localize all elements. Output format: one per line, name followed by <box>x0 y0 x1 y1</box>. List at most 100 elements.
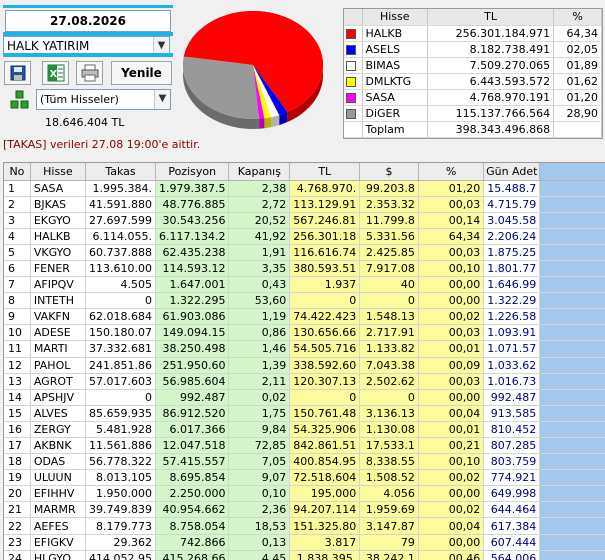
row-kapanis: 0,10 <box>228 485 291 503</box>
column-header[interactable]: No <box>4 163 31 181</box>
table-row[interactable]: 12 PAHOL 241.851.86 251.950.60 1,39 338.592.6… <box>4 357 605 374</box>
row-pozisyon: 8.695.854 <box>155 469 230 487</box>
table-row[interactable]: 19 ULUUN 8.013.105 8.695.854 9,07 72.518.604 1… <box>4 469 605 487</box>
column-header[interactable]: Hisse <box>30 163 86 181</box>
date-display[interactable]: 27.08.2026 <box>5 10 171 32</box>
grid-filler <box>539 196 605 213</box>
chevron-down-icon[interactable]: ▼ <box>154 90 170 109</box>
table-row[interactable]: 9 VAKFN 62.018.684 61.903.086 1,19 74.422.423… <box>4 308 605 326</box>
row-pct: 00,03 <box>418 324 485 342</box>
row-symbol: AGROT <box>30 373 86 390</box>
table-row[interactable]: 3 EKGYO 27.697.599 30.543.256 20,52 567.246.8… <box>4 212 605 229</box>
stock-filter-select[interactable]: (Tüm Hisseler) ▼ <box>36 89 171 110</box>
table-row[interactable]: 15 ALVES 85.659.935 86.912.520 1,75 150.761.4… <box>4 405 605 422</box>
table-row[interactable]: 23 EFIGKV 29.362 742.866 0,13 3.817 79 00,00 607… <box>4 534 605 551</box>
column-header[interactable]: Pozisyon <box>155 163 230 181</box>
summary-swatch-cell <box>344 57 363 74</box>
table-row[interactable]: 2 BJKAS 41.591.880 48.776.885 2,72 113.129.91… <box>4 196 605 213</box>
row-usd: 17.533.1 <box>359 437 419 455</box>
table-row[interactable]: 10 ADESE 150.180.07 149.094.15 0,86 130.656.6… <box>4 324 605 342</box>
row-pct: 00,00 <box>418 389 485 406</box>
row-gun-adet: 1.646.99 <box>483 276 541 294</box>
table-row[interactable]: 21 MARMR 39.749.839 40.954.662 2,36 94.207.11… <box>4 501 605 519</box>
row-kapanis: 1,46 <box>228 340 291 358</box>
table-row[interactable]: 5 VKGYO 60.737.888 62.435.238 1,91 116.616.74… <box>4 244 605 261</box>
refresh-button[interactable]: Yenile <box>111 61 172 85</box>
row-usd: 1.508.52 <box>359 469 419 487</box>
grid-filler <box>539 244 605 261</box>
summary-tl: 8.182.738.491 <box>427 41 555 58</box>
table-row[interactable]: 7 AFIPQV 4.505 1.647.001 0,43 1.937 40 00,00 1.6… <box>4 276 605 294</box>
summary-name: BIMAS <box>362 57 428 74</box>
row-kapanis: 9,07 <box>228 469 291 487</box>
row-no: 12 <box>4 357 31 374</box>
floppy-icon <box>10 65 25 81</box>
column-header[interactable]: Kapanış <box>228 163 291 181</box>
row-symbol: AKBNK <box>30 437 86 455</box>
color-swatch <box>346 60 356 71</box>
excel-export-button[interactable]: X <box>42 61 69 85</box>
table-row[interactable]: 11 MARTI 37.332.681 38.250.498 1,46 54.505.71… <box>4 340 605 358</box>
table-row[interactable]: 24 HLGYO 414.052.95 415.268.66 4,45 1.838.395… <box>4 550 605 560</box>
table-row[interactable]: 13 AGROT 57.017.603 56.985.604 2,11 120.307.1… <box>4 373 605 390</box>
row-pozisyon: 48.776.885 <box>155 196 230 213</box>
summary-pct: 28,90 <box>553 105 602 122</box>
group-tree-icon[interactable] <box>10 90 30 110</box>
table-row[interactable]: 4 HALKB 6.114.055. 6.117.134.2 41,92 256.301.… <box>4 228 605 245</box>
print-button[interactable] <box>76 61 103 85</box>
row-kapanis: 1,91 <box>228 244 291 261</box>
row-pozisyon: 992.487 <box>155 389 230 406</box>
summary-tl: 4.768.970.191 <box>427 89 555 106</box>
row-pozisyon: 40.954.662 <box>155 501 230 519</box>
column-header[interactable]: $ <box>359 163 419 181</box>
row-tl: 74.422.423 <box>289 308 361 326</box>
row-gun-adet: 810.452 <box>483 421 541 439</box>
row-symbol: FENER <box>30 260 86 278</box>
holdings-grid[interactable]: No Hisse Takas Pozisyon Kapanış TL $% Gün Adet … <box>3 162 605 560</box>
row-takas: 57.017.603 <box>85 373 156 390</box>
table-row[interactable]: 16 ZERGY 5.481.928 6.017.366 9,84 54.325.906 1… <box>4 421 605 439</box>
row-pozisyon: 57.415.557 <box>155 453 230 471</box>
row-symbol: INTETH <box>30 292 86 310</box>
column-header[interactable]: Gün Adet <box>483 163 541 181</box>
row-kapanis: 20,52 <box>228 212 291 229</box>
row-no: 19 <box>4 469 31 487</box>
row-symbol: VAKFN <box>30 308 86 326</box>
summary-row: SASA 4.768.970.191 01,20 <box>344 89 602 106</box>
row-gun-adet: 774.921 <box>483 469 541 487</box>
row-kapanis: 1,39 <box>228 357 291 374</box>
row-usd: 2.353.32 <box>359 196 419 213</box>
column-header[interactable]: TL <box>289 163 361 181</box>
table-row[interactable]: 1 SASA 1.995.384. 1.979.387.5 2,38 4.768.970.… <box>4 180 605 197</box>
row-takas: 8.013.105 <box>85 469 156 487</box>
row-tl: 150.761.48 <box>289 405 361 422</box>
summary-row: BIMAS 7.509.270.065 01,89 <box>344 57 602 74</box>
row-takas: 414.052.95 <box>85 550 156 560</box>
row-pozisyon: 6.117.134.2 <box>155 228 230 245</box>
column-header[interactable]: % <box>418 163 485 181</box>
table-row[interactable]: 6 FENER 113.610.00 114.593.12 3,35 380.593.51… <box>4 260 605 278</box>
column-header[interactable]: Takas <box>85 163 156 181</box>
table-row[interactable]: 22 AEFES 8.179.773 8.758.054 18,53 151.325.80… <box>4 517 605 535</box>
row-gun-adet: 1.322.29 <box>483 292 541 310</box>
summary-row: ASELS 8.182.738.491 02,05 <box>344 41 602 58</box>
row-pct: 00,00 <box>418 276 485 294</box>
table-row[interactable]: 8 INTETH 0 1.322.295 53,60 0 0 00,00 1.322.29 <box>4 292 605 310</box>
color-swatch <box>346 28 356 39</box>
pie-slice-diger <box>183 56 260 119</box>
row-usd: 8.338.55 <box>359 453 419 471</box>
row-takas: 60.737.888 <box>85 244 156 261</box>
row-tl: 116.616.74 <box>289 244 361 261</box>
table-row[interactable]: 20 EFIHHV 1.950.000 2.250.000 0,10 195.000 4.0… <box>4 485 605 503</box>
table-row[interactable]: 17 AKBNK 11.561.886 12.047.518 72,85 842.861.… <box>4 437 605 455</box>
row-kapanis: 1,75 <box>228 405 291 422</box>
grid-filler <box>539 550 605 560</box>
save-button[interactable] <box>4 61 31 85</box>
table-row[interactable]: 18 ODAS 56.778.322 57.415.557 7,05 400.854.95… <box>4 453 605 471</box>
color-swatch <box>346 108 356 119</box>
row-pct: 00,02 <box>418 308 485 326</box>
grid-filler <box>539 373 605 390</box>
row-kapanis: 7,05 <box>228 453 291 471</box>
table-row[interactable]: 14 APSHJV 0 992.487 0,02 0 0 00,00 992.487 <box>4 389 605 406</box>
row-kapanis: 2,38 <box>228 180 291 197</box>
